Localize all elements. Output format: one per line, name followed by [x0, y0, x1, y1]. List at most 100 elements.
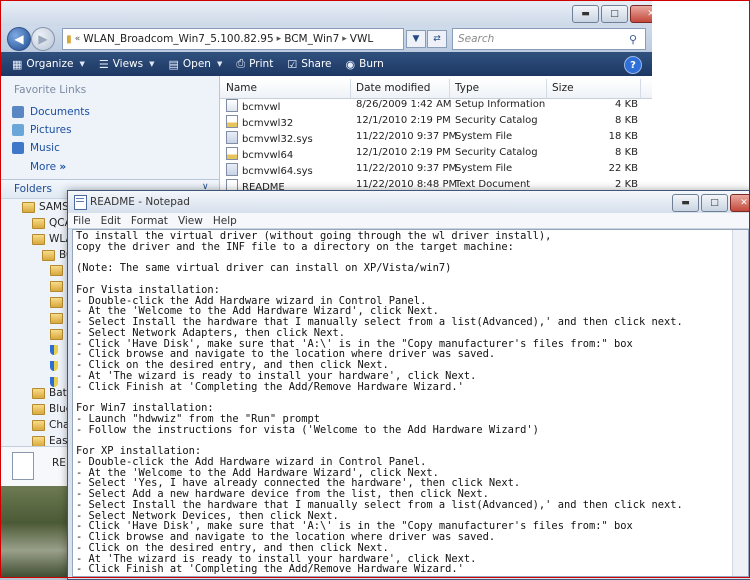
text-line: - Click Finish at 'Completing the Add/Re… [76, 380, 464, 393]
views-label: Views [112, 58, 144, 70]
column-divider[interactable] [546, 79, 547, 98]
organize-icon: ▦ [12, 57, 23, 71]
column-name[interactable]: Name [226, 82, 257, 94]
views-icon: ☰ [98, 57, 109, 71]
tree-item[interactable] [50, 281, 63, 292]
favorite-label: Music [30, 142, 60, 154]
tree-item[interactable] [50, 377, 58, 387]
share-button[interactable]: ☑ Share [280, 53, 338, 75]
file-row[interactable]: bcmvwl64 12/1/2010 2:19 PM Security Cata… [220, 146, 652, 161]
file-type: Security Catalog [455, 115, 538, 126]
minimize-button[interactable]: ▬ [672, 194, 699, 212]
search-icon[interactable]: ⚲ [629, 33, 645, 46]
column-headers: Name Date modified Type Size [220, 79, 652, 99]
file-size: 4 KB [615, 99, 638, 110]
more-favorites-link[interactable]: More » [30, 161, 66, 173]
folder-icon [32, 403, 45, 415]
address-bar[interactable]: ▮ « WLAN_Broadcom_Win7_5.100.82.95 ▸ BCM… [62, 28, 404, 50]
tree-item[interactable] [50, 345, 58, 355]
help-icon[interactable]: ? [624, 56, 642, 74]
column-divider[interactable] [350, 79, 351, 98]
chevron-down-icon: ▼ [79, 60, 85, 68]
burn-button[interactable]: ◉ Burn [339, 53, 391, 75]
close-button[interactable]: ✕ [630, 5, 652, 23]
file-type: System File [455, 163, 513, 174]
address-dropdown-button[interactable]: ▼ [406, 30, 426, 48]
column-date-modified[interactable]: Date modified [356, 82, 430, 94]
breadcrumb-segment[interactable]: WLAN_Broadcom_Win7_5.100.82.95 [80, 33, 276, 45]
favorite-pictures[interactable]: Pictures [12, 124, 72, 136]
vertical-scrollbar[interactable] [732, 230, 748, 576]
tree-item[interactable]: QCA [32, 217, 72, 229]
folder-icon [32, 419, 45, 431]
folder-icon [42, 249, 55, 261]
file-name: bcmvwl64 [242, 150, 294, 161]
search-input[interactable]: Search [453, 33, 629, 45]
system-file-icon [226, 163, 238, 176]
text-editor[interactable]: To install the virtual driver (without g… [72, 229, 749, 577]
menu-view[interactable]: View [173, 215, 208, 227]
column-type[interactable]: Type [455, 82, 479, 94]
column-divider[interactable] [640, 79, 641, 98]
tree-item[interactable]: Cha [32, 419, 69, 431]
file-row[interactable]: bcmvwl32 12/1/2010 2:19 PM Security Cata… [220, 114, 652, 129]
file-row[interactable]: bcmvwl64.sys 11/22/2010 9:37 PM System F… [220, 162, 652, 177]
search-box[interactable]: Search ⚲ [452, 28, 646, 50]
menu-bar: File Edit Format View Help [68, 213, 750, 229]
menu-format[interactable]: Format [126, 215, 173, 227]
file-row[interactable]: bcmvwl 8/26/2009 1:42 AM Setup Informati… [220, 98, 652, 113]
column-divider[interactable] [449, 79, 450, 98]
command-bar: ▦ Organize ▼ ☰ Views ▼ ▤ Open ▼ ⎙ Print ☑ Share … [0, 52, 652, 76]
back-button[interactable]: ◀ [7, 27, 31, 51]
tree-item[interactable] [50, 361, 58, 371]
breadcrumb-segment[interactable]: VWL [347, 33, 376, 45]
menu-help[interactable]: Help [208, 215, 242, 227]
file-date: 11/22/2010 9:37 PM [356, 163, 458, 174]
refresh-button[interactable]: ⇄ [427, 30, 447, 48]
menu-file[interactable]: File [68, 215, 96, 227]
folder-icon: ▮ [66, 33, 72, 45]
desktop-background-right [650, 0, 750, 190]
music-icon [12, 142, 24, 154]
maximize-button[interactable]: □ [601, 5, 628, 23]
forward-button[interactable]: ▶ [31, 27, 55, 51]
open-button[interactable]: ▤ Open ▼ [162, 53, 230, 75]
burn-label: Burn [359, 58, 384, 70]
tree-item[interactable] [50, 313, 63, 324]
chevron-down-icon: ▼ [149, 60, 155, 68]
close-button[interactable]: ✕ [730, 194, 750, 212]
security-catalog-icon [226, 147, 238, 160]
folder-icon [32, 217, 45, 229]
maximize-button[interactable]: □ [701, 194, 728, 212]
file-type: Setup Information [455, 99, 546, 110]
favorite-music[interactable]: Music [12, 142, 60, 154]
column-size[interactable]: Size [552, 82, 574, 94]
tree-item[interactable] [50, 329, 63, 340]
folder-icon [50, 281, 63, 292]
favorite-documents[interactable]: Documents [12, 106, 90, 118]
file-date: 8/26/2009 1:42 AM [356, 99, 452, 110]
favorite-links-heading: Favorite Links [14, 84, 87, 96]
folder-icon [50, 265, 63, 276]
tree-item[interactable] [50, 265, 63, 276]
print-button[interactable]: ⎙ Print [229, 53, 280, 75]
system-file-icon [226, 131, 238, 144]
organize-button[interactable]: ▦ Organize ▼ [5, 53, 92, 75]
breadcrumb-segment[interactable]: BCM_Win7 [281, 33, 342, 45]
setup-information-icon [226, 99, 238, 112]
folders-label: Folders [14, 183, 52, 195]
file-row[interactable]: bcmvwl32.sys 11/22/2010 9:37 PM System F… [220, 130, 652, 145]
file-size: 8 KB [615, 147, 638, 158]
tree-item[interactable]: Batt [32, 387, 71, 399]
minimize-button[interactable]: ▬ [572, 5, 599, 23]
tree-item[interactable] [50, 297, 63, 308]
file-date: 11/22/2010 8:48 PM [356, 179, 458, 190]
menu-edit[interactable]: Edit [96, 215, 126, 227]
details-file-name: RE [52, 457, 66, 469]
views-button[interactable]: ☰ Views ▼ [92, 53, 162, 75]
file-size: 22 KB [608, 163, 638, 174]
notepad-titlebar: README - Notepad ▬ □ ✕ [68, 191, 750, 213]
tree-item[interactable]: SAMS [22, 201, 69, 213]
shield-icon [50, 361, 58, 371]
shield-icon [50, 345, 58, 355]
